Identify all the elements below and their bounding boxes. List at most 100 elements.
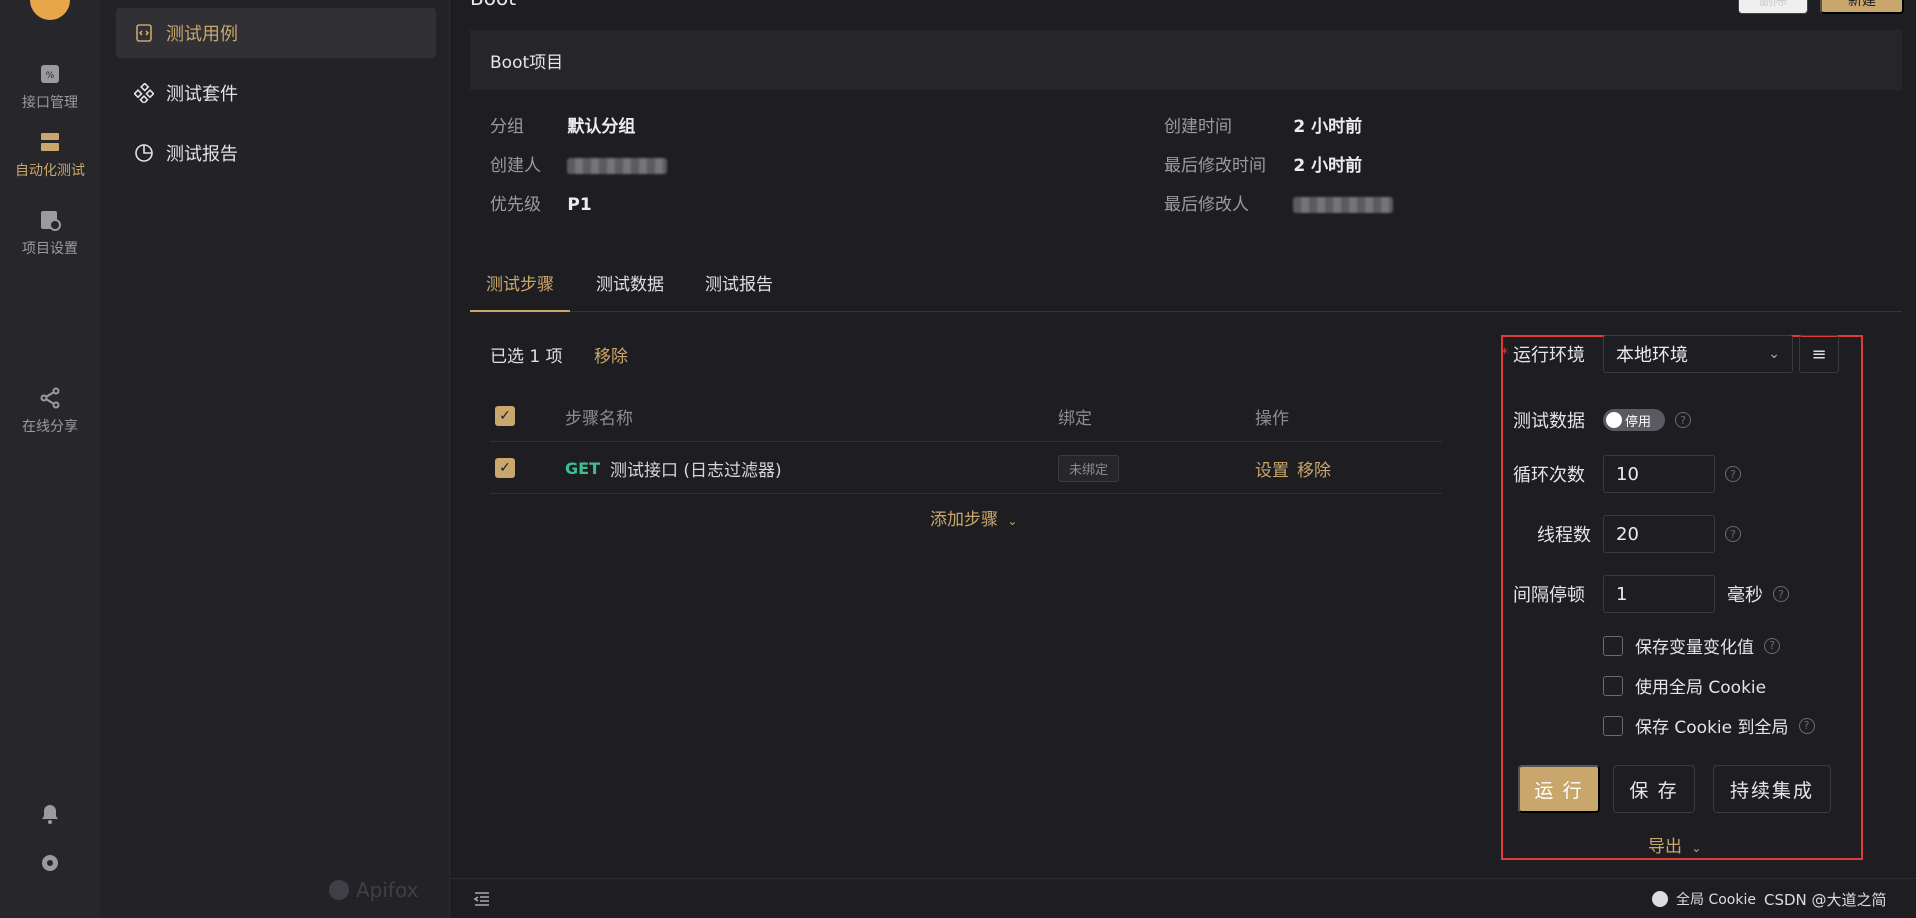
meta-label: 最后修改时间 <box>1164 156 1266 176</box>
env-value: 本地环境 <box>1616 345 1688 366</box>
meta-value: P1 <box>567 195 592 215</box>
tab-test-data[interactable]: 测试数据 <box>596 260 664 312</box>
remove-selected-link[interactable]: 移除 <box>594 347 628 367</box>
add-step-dropdown[interactable]: 添加步骤 ⌄ <box>930 505 1017 530</box>
collapse-sidebar-icon[interactable] <box>472 889 492 909</box>
interval-input[interactable]: 1 <box>1603 575 1715 613</box>
secondary-sidebar: 测试用例 测试套件 测试报告 Apifox <box>100 0 450 918</box>
column-header: 绑定 <box>1058 408 1092 429</box>
help-icon[interactable]: ? <box>1798 717 1815 734</box>
loops-input[interactable]: 10 <box>1603 455 1715 493</box>
loops-value: 10 <box>1616 463 1639 485</box>
save-button[interactable]: 保 存 <box>1613 765 1695 813</box>
column-header: 步骤名称 <box>565 408 633 429</box>
bell-icon[interactable] <box>38 802 62 826</box>
svg-text:%: % <box>46 71 55 81</box>
new-button[interactable]: 新建 <box>1820 0 1904 14</box>
ci-button[interactable]: 持续集成 <box>1713 765 1831 813</box>
interval-row: 间隔停顿 1 毫秒 ? <box>1513 575 1789 613</box>
sidebar-item-test-cases[interactable]: 测试用例 <box>116 8 436 58</box>
save-cookie-checkbox[interactable] <box>1603 715 1623 736</box>
rail-item-project-settings[interactable]: 项目设置 <box>0 208 100 258</box>
interval-label: 间隔停顿 <box>1513 585 1585 606</box>
help-icon[interactable]: ? <box>1725 526 1741 542</box>
test-data-toggle[interactable]: 停用 <box>1603 409 1665 431</box>
http-method-badge: GET <box>565 458 600 478</box>
case-name-field[interactable]: Boot项目 <box>470 30 1902 90</box>
checkbox-label: 保存 Cookie 到全局 <box>1635 718 1789 738</box>
rail-item-share[interactable]: 在线分享 <box>0 386 100 436</box>
chevron-down-icon: ⌄ <box>1007 514 1018 528</box>
step-name[interactable]: 测试接口 (日志过滤器) <box>610 456 782 481</box>
select-all-checkbox[interactable]: ✓ <box>495 406 515 426</box>
apifox-icon <box>329 880 349 900</box>
global-cookie-button[interactable]: 全局 Cookie <box>1652 889 1756 909</box>
export-label: 导出 <box>1648 837 1682 857</box>
row-checkbox[interactable]: ✓ <box>495 458 515 478</box>
global-cookie-row[interactable]: 使用全局 Cookie <box>1603 673 1766 698</box>
case-name: Boot项目 <box>490 52 564 73</box>
threads-value: 20 <box>1616 523 1639 545</box>
help-icon[interactable]: ? <box>1675 412 1691 428</box>
save-cookie-row[interactable]: 保存 Cookie 到全局 ? <box>1603 713 1815 738</box>
tab-bar: 测试步骤 测试数据 测试报告 <box>470 260 1902 312</box>
report-icon <box>135 144 153 162</box>
tab-test-reports[interactable]: 测试报告 <box>705 260 773 312</box>
sidebar-item-label: 测试报告 <box>166 144 238 165</box>
page-title: Boot <box>470 0 516 10</box>
rail-item-label: 接口管理 <box>22 95 78 111</box>
help-icon[interactable]: ? <box>1764 637 1780 654</box>
tab-test-steps[interactable]: 测试步骤 <box>470 260 570 312</box>
selection-count: 已选 1 项 <box>490 347 563 367</box>
test-data-row: 测试数据 停用 ? <box>1513 407 1691 433</box>
env-menu-button[interactable]: ≡ <box>1799 335 1839 373</box>
checkbox-label: 保存变量变化值 <box>1635 638 1754 658</box>
meta-created: 创建时间 2 小时前 <box>1164 112 1362 137</box>
save-vars-row[interactable]: 保存变量变化值 ? <box>1603 633 1780 658</box>
sidebar-item-label: 测试用例 <box>166 24 238 45</box>
env-select[interactable]: 本地环境 ⌄ <box>1603 335 1793 373</box>
test-suite-icon <box>134 83 154 103</box>
use-global-cookie-checkbox[interactable] <box>1603 675 1623 696</box>
cookie-icon <box>1652 891 1668 907</box>
meta-value: 2 小时前 <box>1293 117 1363 137</box>
sidebar-item-test-suites[interactable]: 测试套件 <box>116 68 436 118</box>
meta-priority: 优先级 P1 <box>490 190 592 215</box>
chevron-down-icon: ⌄ <box>1691 841 1702 855</box>
left-rail: % 接口管理 自动化测试 项目设置 在线分享 <box>0 0 100 918</box>
env-label: 运行环境 <box>1513 345 1585 366</box>
rail-item-label: 项目设置 <box>22 241 78 257</box>
rail-item-label: 自动化测试 <box>15 163 85 179</box>
toggle-knob <box>1606 412 1622 428</box>
checkbox-label: 使用全局 Cookie <box>1635 678 1767 698</box>
meta-label: 创建人 <box>490 156 541 176</box>
run-button[interactable]: 运 行 <box>1518 765 1600 813</box>
threads-label: 线程数 <box>1537 525 1591 546</box>
help-icon[interactable]: ? <box>1725 466 1741 482</box>
save-vars-checkbox[interactable] <box>1603 635 1623 656</box>
rail-item-automation[interactable]: 自动化测试 <box>0 130 100 180</box>
export-dropdown[interactable]: 导出 ⌄ <box>1648 832 1701 857</box>
status-bar: 全局 Cookie CSDN @大道之简 <box>450 878 1916 918</box>
sidebar-item-label: 测试套件 <box>166 84 238 105</box>
sidebar-item-test-reports[interactable]: 测试报告 <box>116 128 436 178</box>
help-icon[interactable]: ? <box>1773 586 1789 602</box>
meta-value: 2 小时前 <box>1293 156 1363 176</box>
delete-button[interactable]: 删除 <box>1738 0 1808 14</box>
threads-row: 线程数 20 ? <box>1513 515 1741 553</box>
step-settings-link[interactable]: 设置 <box>1255 456 1289 481</box>
run-config-panel: * 运行环境 本地环境 ⌄ ≡ 测试数据 停用 ? 循环次数 10 ? 线程数 <box>1501 335 1863 860</box>
meta-group: 分组 默认分组 <box>490 112 635 137</box>
chevron-down-icon: ⌄ <box>1768 346 1780 362</box>
gear-icon[interactable] <box>38 851 62 875</box>
redacted-value <box>567 158 668 174</box>
interval-unit: 毫秒 <box>1727 585 1763 606</box>
table-row[interactable]: ✓ GET 测试接口 (日志过滤器) 未绑定 设置 移除 <box>490 442 1442 494</box>
required-marker: * <box>1501 346 1508 362</box>
column-header: 操作 <box>1255 408 1289 429</box>
step-remove-link[interactable]: 移除 <box>1297 456 1331 481</box>
rail-item-api[interactable]: % 接口管理 <box>0 62 100 112</box>
threads-input[interactable]: 20 <box>1603 515 1715 553</box>
meta-creator: 创建人 <box>490 151 668 176</box>
meta-modifier: 最后修改人 <box>1164 190 1394 215</box>
